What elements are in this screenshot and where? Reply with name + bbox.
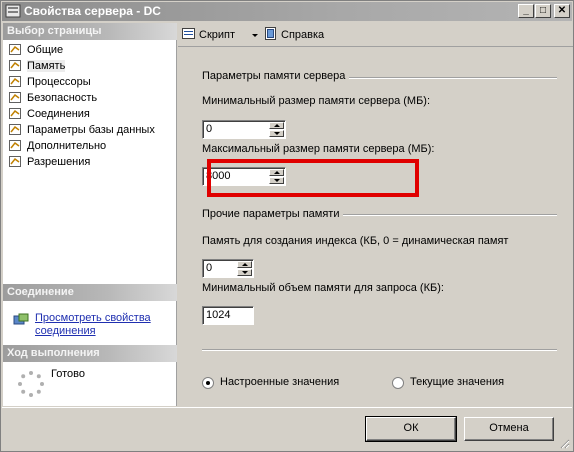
progress-section-header: Ход выполнения [3, 345, 177, 362]
divider [202, 349, 557, 351]
query-memory-value[interactable]: 1024 [206, 309, 230, 321]
script-label: Скрипт [199, 29, 236, 41]
min-memory-arrows [269, 122, 284, 137]
index-memory-arrows [237, 261, 252, 276]
page-icon [9, 124, 21, 135]
close-button[interactable]: ✕ [554, 4, 570, 18]
page-icon [9, 60, 21, 71]
server-memory-group-title: Параметры памяти сервера [202, 70, 350, 82]
sidebar-item-label: Общие [27, 44, 64, 56]
progress-status: Готово [51, 368, 85, 380]
other-memory-group-title: Прочие параметры памяти [202, 208, 344, 220]
script-dropdown-icon[interactable] [251, 27, 259, 43]
sidebar-item-permissions[interactable]: Разрешения [3, 154, 177, 170]
page-icon [9, 108, 21, 119]
query-memory-field[interactable]: 1024 [202, 306, 254, 325]
progress-spinner-icon [18, 371, 44, 397]
window-title: Свойства сервера - DC [24, 4, 161, 18]
stepper-down-icon[interactable] [237, 269, 252, 276]
help-icon [265, 27, 276, 40]
server-properties-window: Свойства сервера - DC _ □ ✕ Выбор страни… [0, 0, 574, 452]
sidebar-item-connections[interactable]: Соединения [3, 106, 177, 122]
maximize-button[interactable]: □ [535, 4, 551, 18]
sidebar-item-label: Безопасность [27, 92, 98, 104]
min-memory-value[interactable]: 0 [206, 123, 212, 135]
script-button[interactable]: Скрипт [182, 27, 235, 43]
page-list: Общие Память Процессоры Безопасность Сое… [3, 42, 177, 170]
sidebar-item-label: Разрешения [27, 156, 91, 168]
radio-configured-dot[interactable] [202, 377, 214, 389]
sidebar-item-memory[interactable]: Память [3, 58, 177, 74]
index-memory-value[interactable]: 0 [206, 262, 212, 274]
dialog-button-bar: ОК Отмена [2, 407, 572, 451]
highlight-box [207, 159, 419, 197]
help-label: Справка [281, 29, 325, 41]
stepper-up-icon[interactable] [269, 122, 284, 129]
sidebar-item-database-settings[interactable]: Параметры базы данных [3, 122, 177, 138]
cancel-button[interactable]: Отмена [464, 417, 554, 441]
ok-button[interactable]: ОК [365, 416, 457, 442]
min-memory-label: Минимальный размер памяти сервера (МБ): [202, 95, 431, 107]
sidebar-item-advanced[interactable]: Дополнительно [3, 138, 177, 154]
right-pane: Скрипт Справка Параметры памяти сервера … [178, 23, 573, 406]
max-memory-label: Максимальный размер памяти сервера (МБ): [202, 143, 435, 155]
index-memory-label: Память для создания индекса (КБ, 0 = дин… [202, 235, 509, 247]
sidebar-item-processors[interactable]: Процессоры [3, 74, 177, 90]
page-icon [9, 92, 21, 103]
connection-section-header: Соединение [3, 284, 177, 301]
index-memory-stepper[interactable]: 0 [202, 259, 254, 278]
server-icon [5, 4, 21, 18]
query-memory-label: Минимальный объем памяти для запроса (КБ… [202, 282, 444, 294]
min-memory-stepper[interactable]: 0 [202, 120, 286, 139]
sidebar-item-security[interactable]: Безопасность [3, 90, 177, 106]
page-icon [9, 140, 21, 151]
script-icon [182, 28, 195, 39]
radio-running-dot[interactable] [392, 377, 404, 389]
resize-grip-icon[interactable] [558, 437, 570, 449]
page-icon [9, 76, 21, 87]
toolbar: Скрипт Справка [178, 23, 573, 47]
minimize-button[interactable]: _ [518, 4, 534, 18]
radio-running-label: Текущие значения [410, 376, 505, 388]
view-connection-properties-label[interactable]: Просмотреть свойства соединения [35, 312, 175, 338]
sidebar-item-general[interactable]: Общие [3, 42, 177, 58]
sidebar-item-label: Параметры базы данных [27, 124, 155, 136]
sidebar-item-label: Соединения [27, 108, 90, 120]
title-bar[interactable]: Свойства сервера - DC _ □ ✕ [2, 2, 572, 21]
sidebar-item-label: Дополнительно [27, 140, 107, 152]
left-pane: Выбор страницы Общие Память Процессоры Б… [3, 23, 177, 406]
stepper-down-icon[interactable] [269, 130, 284, 137]
radio-configured-label: Настроенные значения [220, 376, 340, 388]
help-button[interactable]: Справка [264, 27, 324, 43]
page-icon [9, 156, 21, 167]
sidebar-item-label: Процессоры [27, 76, 91, 88]
page-icon [9, 44, 21, 55]
connection-icon [13, 313, 29, 325]
sidebar-item-label: Память [27, 60, 66, 72]
pages-section-header: Выбор страницы [3, 23, 177, 40]
stepper-up-icon[interactable] [237, 261, 252, 268]
